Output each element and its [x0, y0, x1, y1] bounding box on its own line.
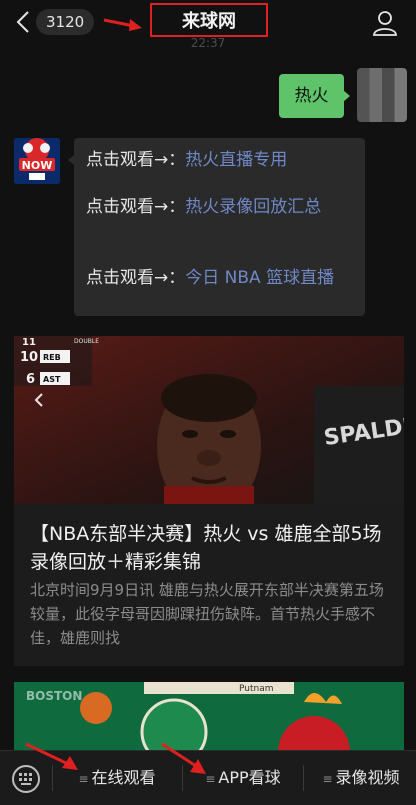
message-timestamp: 22:37 [190, 36, 226, 50]
svg-text:DOUBLE: DOUBLE [74, 338, 99, 345]
article-title[interactable]: 【NBA东部半决赛】热火 vs 雄鹿全部5场录像回放＋精彩集锦 [30, 520, 394, 576]
svg-text:11: 11 [22, 337, 36, 348]
now-logo-icon: NOW [14, 138, 60, 184]
menu-prefix: 点击观看 [86, 197, 154, 217]
contact-info-button[interactable] [370, 8, 400, 38]
menu-tab-label: APP看球 [218, 768, 281, 787]
annotation-arrow [161, 742, 206, 774]
unread-badge[interactable]: 3120 [36, 9, 95, 35]
menu-tab-label: 录像视频 [335, 768, 400, 787]
person-icon [373, 11, 397, 36]
link-heat-live[interactable]: 热火直播专用 [185, 150, 287, 170]
link-nba-live[interactable]: 今日 NBA 篮球直播 [185, 268, 334, 288]
menu-prefix: 点击观看 [86, 150, 154, 170]
chat-title-box: 来球网 [150, 3, 268, 37]
official-account-avatar[interactable]: NOW [14, 138, 60, 184]
annotation-arrow [103, 18, 142, 31]
chat-title: 来球网 [182, 11, 236, 32]
menu-tab-replay-video[interactable]: ≡ 录像视频 [308, 765, 414, 791]
player-photo: 11 DOUBLE 10 REB 6 AST SPALDING [14, 336, 404, 504]
svg-text:Putnam: Putnam [239, 684, 274, 694]
annotation-arrow [25, 742, 78, 770]
chevron-left-icon [16, 11, 29, 33]
user-message-bubble[interactable]: 热火 [279, 74, 350, 118]
svg-text:REB: REB [43, 353, 61, 362]
svg-text:BOSTON: BOSTON [26, 689, 82, 703]
svg-text:10: 10 [20, 350, 38, 365]
menu-tab-label: 在线观看 [91, 768, 156, 787]
article-cover-image[interactable]: 11 DOUBLE 10 REB 6 AST SPALDING [14, 336, 404, 504]
menu-divider [303, 765, 304, 791]
menu-prefix: 点击观看 [86, 268, 154, 288]
svg-text:6: 6 [26, 372, 35, 387]
arrow-right-icon: →： [154, 268, 186, 288]
arrow-right-icon: →： [154, 150, 186, 170]
back-button[interactable] [8, 6, 38, 38]
menu-line-live-heat[interactable]: 点击观看→：热火直播专用 [86, 148, 356, 172]
article-description: 北京时间9月9日讯 雄鹿与热火展开东部半决赛第五场较量，此役字母哥因脚踝扭伤缺阵… [30, 581, 384, 647]
bot-menu-bubble: 点击观看→：热火直播专用 点击观看→：热火录像回放汇总 点击观看→：今日 NBA… [68, 138, 365, 316]
article-card[interactable]: 11 DOUBLE 10 REB 6 AST SPALDING 【NBA东部半决… [14, 336, 404, 666]
menu-list-icon: ≡ [78, 772, 89, 786]
menu-line-replay-heat[interactable]: 点击观看→：热火录像回放汇总 [86, 195, 356, 219]
arrow-right-icon: →： [154, 197, 186, 217]
menu-line-nba-live[interactable]: 点击观看→：今日 NBA 篮球直播 [86, 266, 356, 290]
keyboard-icon [19, 773, 32, 785]
svg-text:AST: AST [43, 375, 61, 384]
menu-list-icon: ≡ [322, 772, 333, 786]
svg-text:NOW: NOW [22, 159, 53, 172]
link-heat-replay[interactable]: 热火录像回放汇总 [185, 197, 321, 217]
user-avatar[interactable] [357, 68, 407, 122]
